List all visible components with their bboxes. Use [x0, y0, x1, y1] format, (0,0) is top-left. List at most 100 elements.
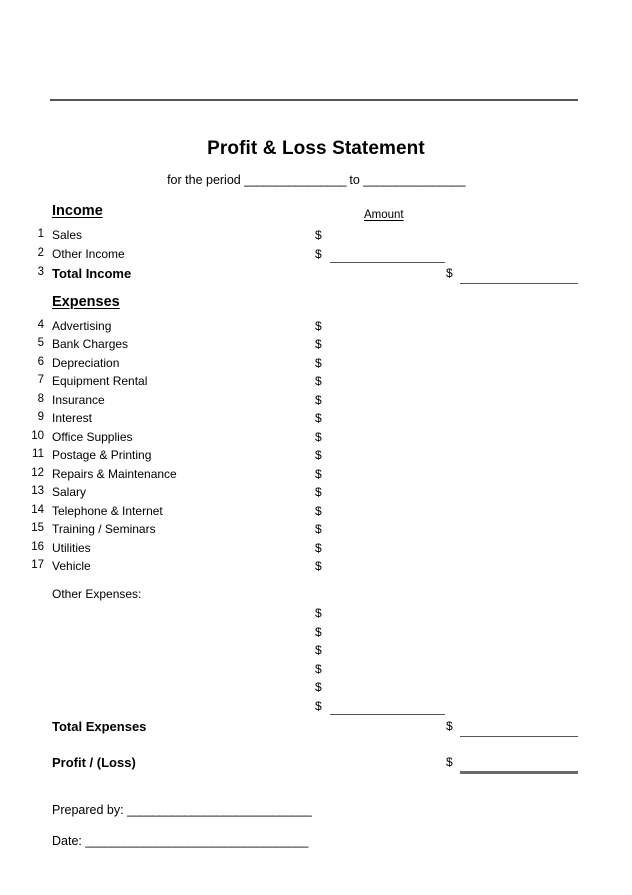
other-expense-row: $	[0, 662, 632, 680]
table-row: 6 Depreciation $	[0, 356, 632, 374]
table-row: 1 Sales $	[0, 228, 632, 246]
table-row: 12 Repairs & Maintenance $	[0, 467, 632, 485]
currency-symbol: $	[315, 504, 322, 518]
amount-fill-line[interactable]	[330, 262, 445, 263]
row-label: Utilities	[52, 541, 91, 555]
currency-symbol: $	[315, 699, 322, 713]
currency-symbol: $	[446, 755, 453, 769]
currency-symbol: $	[315, 559, 322, 573]
row-number: 14	[31, 504, 44, 516]
row-label: Insurance	[52, 393, 105, 407]
other-expenses-fill-line[interactable]	[330, 714, 445, 715]
period-prefix-label: for the period	[167, 173, 241, 187]
row-label: Office Supplies	[52, 430, 133, 444]
date-blank[interactable]: ___________________________________	[85, 834, 308, 848]
currency-symbol: $	[315, 625, 322, 639]
currency-symbol: $	[315, 430, 322, 444]
table-row: 15 Training / Seminars $	[0, 522, 632, 540]
currency-symbol: $	[315, 247, 322, 261]
date-line: Date: __________________________________…	[52, 834, 308, 848]
row-label: Total Income	[52, 266, 132, 281]
row-number: 13	[31, 485, 44, 497]
page-title: Profit & Loss Statement	[207, 138, 425, 159]
total-income-fill-line[interactable]	[460, 283, 578, 284]
currency-symbol: $	[315, 662, 322, 676]
currency-symbol: $	[315, 643, 322, 657]
date-label: Date:	[52, 834, 82, 848]
profit-loss-fill-line[interactable]	[460, 771, 578, 774]
currency-symbol: $	[315, 522, 322, 536]
currency-symbol: $	[315, 228, 322, 242]
row-label: Postage & Printing	[52, 448, 152, 462]
row-number: 7	[37, 374, 44, 386]
table-row: 9 Interest $	[0, 411, 632, 429]
row-number: 6	[37, 356, 44, 368]
row-number: 10	[31, 430, 44, 442]
row-label: Vehicle	[52, 559, 91, 573]
period-start-blank[interactable]: ________________	[244, 173, 346, 187]
row-number: 3	[37, 266, 44, 278]
other-expenses-label: Other Expenses:	[52, 587, 142, 601]
currency-symbol: $	[315, 356, 322, 370]
table-row: 4 Advertising $	[0, 319, 632, 337]
section-heading-income: Income	[52, 203, 103, 219]
document-page: Profit & Loss Statement for the period _…	[0, 0, 632, 895]
table-row: 5 Bank Charges $	[0, 337, 632, 355]
row-number: 8	[37, 393, 44, 405]
row-number: 9	[37, 411, 44, 423]
period-connector-label: to	[349, 173, 360, 187]
row-number: 5	[37, 337, 44, 349]
table-row: 13 Salary $	[0, 485, 632, 503]
currency-symbol: $	[315, 393, 322, 407]
period-end-blank[interactable]: ________________	[363, 173, 465, 187]
currency-symbol: $	[315, 485, 322, 499]
row-number: 11	[32, 448, 44, 460]
row-label: Total Expenses	[52, 719, 147, 734]
row-number: 4	[37, 319, 44, 331]
other-expense-row: $	[0, 643, 632, 661]
row-label: Bank Charges	[52, 337, 129, 351]
row-label: Sales	[52, 228, 83, 242]
prepared-by-blank[interactable]: _____________________________	[127, 803, 312, 817]
table-row: 8 Insurance $	[0, 393, 632, 411]
prepared-by-label: Prepared by:	[52, 803, 124, 817]
table-row: 17 Vehicle $	[0, 559, 632, 577]
header-rule	[50, 99, 578, 101]
currency-symbol: $	[446, 719, 453, 733]
currency-symbol: $	[315, 467, 322, 481]
table-row: 7 Equipment Rental $	[0, 374, 632, 392]
amount-column-header: Amount	[364, 209, 404, 221]
other-expense-row: $	[0, 625, 632, 643]
period-line: for the period ________________ to _____…	[0, 173, 632, 187]
table-row: 11 Postage & Printing $	[0, 448, 632, 466]
table-row: 10 Office Supplies $	[0, 430, 632, 448]
table-row: 16 Utilities $	[0, 541, 632, 559]
other-expense-row: $	[0, 680, 632, 698]
row-number: 12	[31, 467, 44, 479]
currency-symbol: $	[315, 680, 322, 694]
table-row-total: 3 Total Income $	[0, 266, 632, 284]
table-row: 2 Other Income $	[0, 247, 632, 265]
row-label: Advertising	[52, 319, 112, 333]
row-label: Salary	[52, 485, 87, 499]
row-label: Profit / (Loss)	[52, 755, 136, 770]
row-label: Repairs & Maintenance	[52, 467, 177, 481]
row-label: Interest	[52, 411, 93, 425]
row-label: Depreciation	[52, 356, 120, 370]
row-label: Training / Seminars	[52, 522, 156, 536]
row-number: 1	[37, 228, 44, 240]
currency-symbol: $	[315, 411, 322, 425]
row-label: Other Income	[52, 247, 125, 261]
row-number: 15	[31, 522, 44, 534]
currency-symbol: $	[315, 374, 322, 388]
currency-symbol: $	[315, 448, 322, 462]
total-expenses-fill-line[interactable]	[460, 736, 578, 737]
row-label: Telephone & Internet	[52, 504, 163, 518]
other-expense-row: $	[0, 699, 632, 717]
currency-symbol: $	[315, 319, 322, 333]
row-label: Equipment Rental	[52, 374, 148, 388]
currency-symbol: $	[315, 337, 322, 351]
currency-symbol: $	[315, 606, 322, 620]
other-expense-row: $	[0, 606, 632, 624]
row-number: 16	[31, 541, 44, 553]
